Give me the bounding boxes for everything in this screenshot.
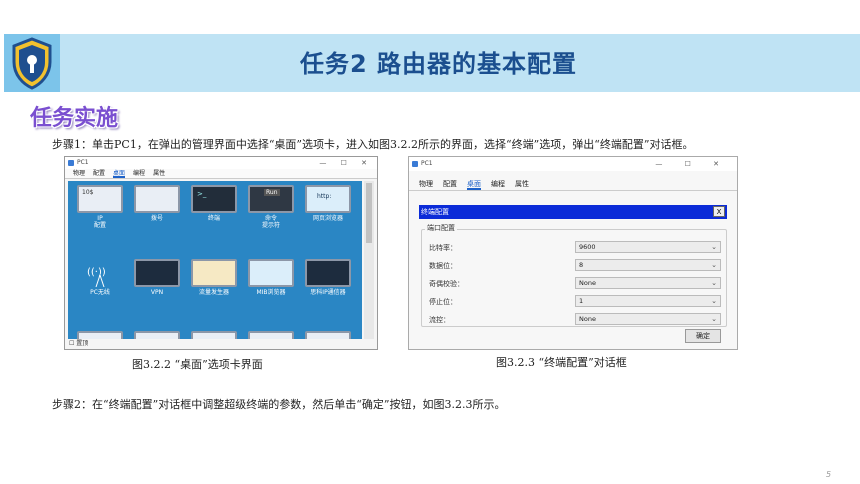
flow-control-label: 流控：	[429, 316, 450, 324]
select-value: None	[579, 315, 596, 323]
dialog-titlebar: 终端配置 X	[419, 205, 727, 219]
parity-label: 奇偶校验：	[429, 280, 464, 288]
select-value: None	[579, 279, 596, 287]
desktop-area: 10$ IP 配置 拨号 >_ 终端 Run 命令 提示符 http: 网页浏览…	[68, 181, 362, 339]
page-title: 任务2 路由器的基本配置	[300, 50, 578, 78]
tab-programming[interactable]: 编程	[133, 169, 145, 178]
window-title: PC1	[77, 159, 89, 166]
tab-bar: 物理 配置 桌面 编程 属性	[65, 169, 377, 179]
stop-bits-label: 停止位：	[429, 298, 457, 306]
app-label: 网页浏览器	[312, 215, 343, 222]
app-label: VPN	[150, 289, 164, 296]
ip-phone-icon	[305, 259, 351, 287]
desktop-tab-screenshot: PC1 — ☐ ✕ 物理 配置 桌面 编程 属性 10$ IP 配置 拨号 >_…	[64, 156, 378, 350]
section-title: 任务实施	[30, 106, 119, 131]
shield-lock-icon	[4, 34, 60, 92]
always-on-top-checkbox[interactable]: ☐ 置顶	[69, 338, 88, 347]
group-label: 端口配置	[425, 223, 457, 233]
close-button[interactable]: X	[713, 206, 725, 217]
data-bits-select[interactable]: 8 ⌄	[575, 259, 721, 271]
figure-caption-1: 图3.2.2 “桌面”选项卡界面	[132, 358, 263, 371]
app-label: IP 配置	[93, 215, 106, 229]
app-label: 思科IP通信器	[310, 289, 346, 296]
window-title: PC1	[421, 160, 433, 167]
tab-desktop[interactable]: 桌面	[467, 177, 481, 190]
app-label: 命令 提示符	[261, 215, 280, 229]
browser-icon: http:	[305, 185, 351, 213]
tab-bar: 物理 配置 桌面 编程 属性	[409, 177, 737, 191]
app-label: PC无线	[90, 289, 110, 296]
page-number: 5	[826, 470, 832, 479]
stop-bits-select[interactable]: 1 ⌄	[575, 295, 721, 307]
chevron-down-icon: ⌄	[711, 297, 717, 305]
tab-desktop[interactable]: 桌面	[113, 169, 126, 178]
pc-wireless-app[interactable]: ((·)) PC无线	[74, 259, 126, 307]
ip-config-app[interactable]: 10$ IP 配置	[74, 185, 126, 233]
traffic-generator-app[interactable]: 流量发生器	[188, 259, 240, 307]
terminal-icon: >_	[191, 185, 237, 213]
tab-programming[interactable]: 编程	[491, 177, 505, 190]
partial-app-icon[interactable]	[245, 331, 297, 339]
tab-attributes[interactable]: 属性	[153, 169, 165, 178]
window-titlebar: PC1 — ☐ ✕	[65, 157, 377, 169]
tab-config[interactable]: 配置	[93, 169, 105, 178]
select-value: 9600	[579, 243, 596, 251]
partial-app-icon[interactable]	[188, 331, 240, 339]
tab-physical[interactable]: 物理	[73, 169, 85, 178]
command-prompt-app[interactable]: Run 命令 提示符	[245, 185, 297, 233]
ip-config-icon: 10$	[77, 185, 123, 213]
app-label: 终端	[207, 215, 220, 222]
scrollbar-thumb[interactable]	[366, 183, 372, 243]
tab-physical[interactable]: 物理	[419, 177, 433, 190]
web-browser-app[interactable]: http: 网页浏览器	[302, 185, 354, 233]
command-prompt-icon: Run	[248, 185, 294, 213]
app-icon	[134, 331, 180, 339]
window-controls[interactable]: — ☐ ✕	[319, 157, 373, 169]
antenna-icon: ((·))	[77, 259, 123, 288]
tab-config[interactable]: 配置	[443, 177, 457, 190]
baud-rate-select[interactable]: 9600 ⌄	[575, 241, 721, 253]
app-icon	[191, 331, 237, 339]
step1-text: 步骤1：单击PC1，在弹出的管理界面中选择“桌面”选项卡，进入如图3.2.2所示…	[52, 138, 694, 151]
svg-text:((·)): ((·))	[87, 267, 106, 278]
app-icon	[305, 331, 351, 339]
window-titlebar: PC1 — ☐ ✕	[409, 157, 737, 171]
step2-text: 步骤2：在“终端配置”对话框中调整超级终端的参数，然后单击“确定”按钮，如图3.…	[52, 398, 506, 411]
chevron-down-icon: ⌄	[711, 279, 717, 287]
select-value: 8	[579, 261, 584, 269]
vpn-app[interactable]: VPN	[131, 259, 183, 307]
terminal-config-screenshot: PC1 — ☐ ✕ 物理 配置 桌面 编程 属性 终端配置 X 端口配置 比特率…	[408, 156, 738, 350]
app-label: MIB浏览器	[256, 289, 286, 296]
vpn-lock-icon	[134, 259, 180, 287]
tab-attributes[interactable]: 属性	[515, 177, 529, 190]
cisco-ip-communicator-app[interactable]: 思科IP通信器	[302, 259, 354, 307]
app-label: 拨号	[150, 215, 163, 222]
partial-app-icon[interactable]	[131, 331, 183, 339]
chevron-down-icon: ⌄	[711, 243, 717, 251]
chevron-down-icon: ⌄	[711, 261, 717, 269]
terminal-app[interactable]: >_ 终端	[188, 185, 240, 233]
chevron-down-icon: ⌄	[711, 315, 717, 323]
dialog-title: 终端配置	[421, 208, 449, 216]
data-bits-label: 数据位：	[429, 262, 457, 270]
app-label: 流量发生器	[198, 289, 229, 296]
ok-button[interactable]: 确定	[685, 329, 721, 343]
select-value: 1	[579, 297, 584, 305]
parity-select[interactable]: None ⌄	[575, 277, 721, 289]
checkbox-label: 置顶	[76, 340, 89, 347]
modem-icon	[134, 185, 180, 213]
envelope-icon	[191, 259, 237, 287]
window-controls[interactable]: — ☐ ✕	[655, 157, 729, 171]
figure-caption-2: 图3.2.3 “终端配置”对话框	[496, 356, 627, 369]
app-icon	[248, 331, 294, 339]
dialup-app[interactable]: 拨号	[131, 185, 183, 233]
partial-app-icon[interactable]	[302, 331, 354, 339]
baud-rate-label: 比特率：	[429, 244, 457, 252]
app-icon	[68, 160, 74, 166]
mib-browser-app[interactable]: MIB浏览器	[245, 259, 297, 307]
flow-control-select[interactable]: None ⌄	[575, 313, 721, 325]
desktop-scrollbar[interactable]	[364, 181, 374, 339]
app-icon	[412, 161, 418, 167]
mib-browser-icon	[248, 259, 294, 287]
